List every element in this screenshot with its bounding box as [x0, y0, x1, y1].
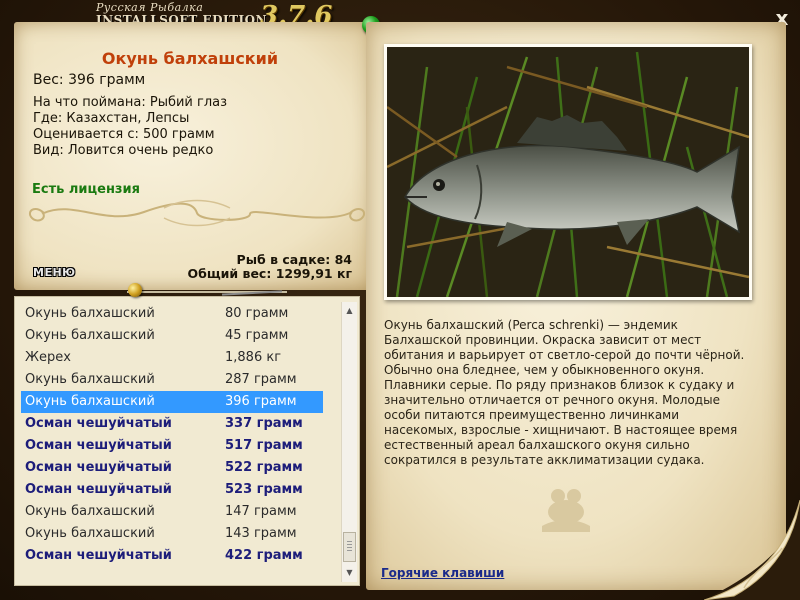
catch-fish-name: Окунь балхашский	[25, 394, 155, 409]
fish-count: Рыб в садке: 84	[236, 252, 352, 267]
catch-fish-weight: 396 грамм	[225, 394, 297, 409]
catch-list-row[interactable]: Окунь балхашский 143 грамм	[21, 523, 323, 545]
catch-fish-name: Осман чешуйчатый	[25, 438, 172, 453]
catch-list-row[interactable]: Осман чешуйчатый 337 грамм	[21, 413, 323, 435]
catch-fish-name: Окунь балхашский	[25, 328, 155, 343]
list-scrollbar[interactable]: ▲ ▼	[341, 302, 357, 582]
fish-photo	[387, 47, 749, 297]
catch-list[interactable]: Окунь балхашский 80 грамм Окунь балхашский…	[21, 303, 323, 567]
catch-fish-name: Осман чешуйчатый	[25, 416, 172, 431]
catch-list-row[interactable]: Окунь балхашский 396 грамм	[21, 391, 323, 413]
catch-list-row[interactable]: Осман чешуйчатый 523 грамм	[21, 479, 323, 501]
page-curl	[704, 500, 800, 600]
hotkeys-link[interactable]: Горячие клавиши	[381, 566, 504, 580]
fish-description: Окунь балхашский (Perca schrenki) — энде…	[384, 318, 745, 467]
catch-fish-name: Окунь балхашский	[25, 526, 155, 541]
catch-fish-weight: 80 грамм	[225, 306, 289, 321]
catch-list-row[interactable]: Окунь балхашский 45 грамм	[21, 325, 323, 347]
scroll-down-icon[interactable]: ▼	[343, 566, 356, 580]
catch-fish-weight: 287 грамм	[225, 372, 297, 387]
catch-fish-weight: 337 грамм	[225, 416, 303, 431]
ornament-divider	[28, 199, 366, 227]
catch-fish-weight: 422 грамм	[225, 548, 303, 563]
catch-list-panel: Окунь балхашский 80 грамм Окунь балхашский…	[14, 296, 360, 586]
catch-fish-weight: 523 грамм	[225, 482, 303, 497]
scrollbar-thumb[interactable]	[343, 532, 356, 562]
fish-name-title: Окунь балхашский	[101, 49, 279, 68]
scroll-up-icon[interactable]: ▲	[343, 304, 356, 318]
fish-weight: Вес: 396 грамм	[33, 72, 146, 88]
frog-stamp-icon	[542, 489, 590, 532]
catch-fish-name: Осман чешуйчатый	[25, 548, 172, 563]
catch-list-row[interactable]: Осман чешуйчатый 422 грамм	[21, 545, 323, 567]
app-title-line1: Русская Рыбалка	[96, 1, 204, 14]
license-status: Есть лицензия	[32, 182, 140, 197]
catch-fish-weight: 517 грамм	[225, 438, 303, 453]
catch-list-row[interactable]: Окунь балхашский 80 грамм	[21, 303, 323, 325]
fish-location: Где: Казахстан, Лепсы	[33, 111, 190, 126]
catch-fish-weight: 45 грамм	[225, 328, 289, 343]
catch-list-row[interactable]: Окунь балхашский 147 грамм	[21, 501, 323, 523]
catch-list-row[interactable]: Окунь балхашский 287 грамм	[21, 369, 323, 391]
catch-fish-name: Окунь балхашский	[25, 306, 155, 321]
pushpin-icon	[128, 283, 142, 297]
catch-fish-name: Окунь балхашский	[25, 372, 155, 387]
catch-fish-weight: 147 грамм	[225, 504, 297, 519]
catch-fish-name: Осман чешуйчатый	[25, 460, 172, 475]
total-weight: Общий вес: 1299,91 кг	[187, 266, 353, 281]
fish-bait: На что поймана: Рыбий глаз	[33, 95, 228, 110]
catch-fish-weight: 522 грамм	[225, 460, 303, 475]
catch-fish-weight: 1,886 кг	[225, 350, 282, 365]
catch-fish-weight: 143 грамм	[225, 526, 297, 541]
catch-list-row[interactable]: Осман чешуйчатый 517 грамм	[21, 435, 323, 457]
catch-fish-name: Окунь балхашский	[25, 504, 155, 519]
fish-value: Оценивается с: 500 грамм	[33, 127, 215, 142]
catch-list-row[interactable]: Жерех 1,886 кг	[21, 347, 323, 369]
fish-rarity: Вид: Ловится очень редко	[33, 143, 214, 158]
catch-list-row[interactable]: Осман чешуйчатый 522 грамм	[21, 457, 323, 479]
catch-fish-name: Осман чешуйчатый	[25, 482, 172, 497]
catch-fish-name: Жерех	[25, 350, 71, 365]
menu-button[interactable]: МЕНЮ	[33, 266, 76, 279]
